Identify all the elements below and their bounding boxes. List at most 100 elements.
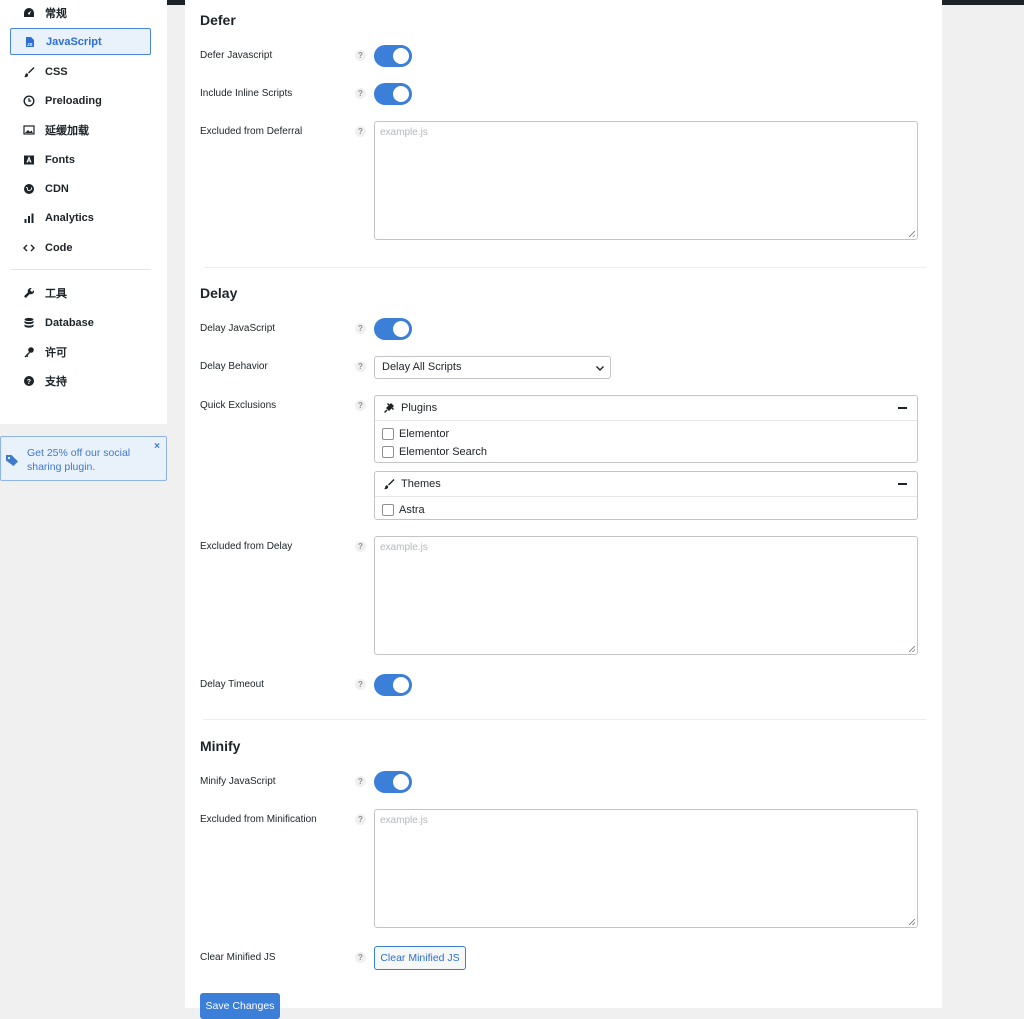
sidebar-item-label: CDN [45,182,69,195]
help-icon[interactable]: ? [355,541,366,552]
sidebar-item-label: Preloading [45,94,102,107]
minify-javascript-toggle[interactable] [374,771,412,793]
help-icon[interactable]: ? [355,88,366,99]
sidebar-item-javascript[interactable]: JS JavaScript [10,28,151,55]
include-inline-scripts-label: Include Inline Scripts [200,88,293,99]
resize-handle[interactable] [909,646,915,652]
promo-text[interactable]: Get 25% off our social sharing plugin. [27,446,145,474]
clear-minified-js-button[interactable]: Clear Minified JS [374,946,466,970]
clock-icon [22,94,36,108]
quick-exclusions-label: Quick Exclusions [200,400,277,411]
tag-icon [6,455,18,466]
help-icon[interactable]: ? [355,50,366,61]
sidebar-item-code[interactable]: Code [10,234,151,261]
font-icon [22,153,36,167]
svg-text:JS: JS [27,42,33,47]
help-icon[interactable]: ? [355,776,366,787]
checkbox-box[interactable] [382,504,394,516]
resize-handle[interactable] [909,919,915,925]
excluded-from-minification-label: Excluded from Minification [200,814,317,825]
themes-group-title: Themes [401,478,441,490]
bar-chart-icon [22,211,36,225]
promo-banner[interactable]: Get 25% off our social sharing plugin. × [0,436,167,481]
collapse-icon[interactable] [898,407,907,409]
key-icon [22,345,36,359]
defer-javascript-label: Defer Javascript [200,50,273,61]
database-icon [22,316,36,330]
sidebar-item-license[interactable]: 许可 [10,338,151,365]
section-divider [203,719,926,720]
sidebar-item-tools[interactable]: 工具 [10,279,151,306]
sidebar-item-label: Code [45,241,73,254]
sidebar-item-general[interactable]: 常规 [10,0,151,26]
checkbox-label: Astra [399,504,425,516]
dashboard-icon [22,6,36,20]
themes-exclusion-group: Themes Astra [374,471,918,520]
question-circle-icon: ? [22,374,36,388]
sidebar-item-label: Fonts [45,153,75,166]
excluded-from-delay-label: Excluded from Delay [200,541,293,552]
checkbox-box[interactable] [382,428,394,440]
excluded-from-deferral-label: Excluded from Deferral [200,126,303,137]
checkbox-astra[interactable]: Astra [382,504,425,516]
sidebar-item-lazy-load[interactable]: 延缓加载 [10,116,151,143]
sidebar-item-css[interactable]: CSS [10,58,151,85]
code-icon [22,241,36,255]
help-icon[interactable]: ? [355,323,366,334]
help-icon[interactable]: ? [355,361,366,372]
close-icon[interactable]: × [154,441,160,452]
chevron-down-icon [596,366,604,371]
svg-text:?: ? [27,378,31,385]
resize-handle[interactable] [909,231,915,237]
sidebar-item-label: 常规 [45,7,67,20]
sidebar-item-label: 许可 [45,346,67,359]
collapse-icon[interactable] [898,483,907,485]
sidebar-item-cdn[interactable]: CDN [10,175,151,202]
defer-javascript-toggle[interactable] [374,45,412,67]
checkbox-box[interactable] [382,446,394,458]
section-title-minify: Minify [200,738,241,754]
excluded-from-delay-textarea[interactable]: example.js [374,536,918,655]
sidebar-item-label: CSS [45,65,68,78]
brush-icon [22,65,36,79]
checkbox-elementor[interactable]: Elementor [382,428,449,440]
help-icon[interactable]: ? [355,400,366,411]
themes-group-header[interactable]: Themes [375,472,917,497]
sidebar-item-analytics[interactable]: Analytics [10,204,151,231]
delay-javascript-toggle[interactable] [374,318,412,340]
delay-behavior-select[interactable]: Delay All Scripts [374,356,611,379]
sidebar-item-label: 延缓加载 [45,124,89,137]
save-changes-button[interactable]: Save Changes [200,993,280,1019]
section-divider [203,267,926,268]
excluded-from-minification-textarea[interactable]: example.js [374,809,918,928]
select-value: Delay All Scripts [382,361,462,373]
checkbox-elementor-search[interactable]: Elementor Search [382,446,487,458]
section-title-delay: Delay [200,285,238,301]
sidebar-item-preloading[interactable]: Preloading [10,87,151,114]
help-icon[interactable]: ? [355,814,366,825]
plug-icon [384,403,394,413]
delay-timeout-toggle[interactable] [374,674,412,696]
checkbox-label: Elementor Search [399,446,488,458]
help-icon[interactable]: ? [355,679,366,690]
sidebar-item-database[interactable]: Database [10,309,151,336]
sidebar-item-label: Database [45,316,94,329]
delay-behavior-label: Delay Behavior [200,361,268,372]
plugins-group-header[interactable]: Plugins [375,396,917,421]
include-inline-scripts-toggle[interactable] [374,83,412,105]
textarea-placeholder: example.js [380,815,428,826]
brush-icon [384,479,395,490]
sidebar-item-fonts[interactable]: Fonts [10,146,151,173]
plugins-exclusion-group: Plugins Elementor Elementor Search [374,395,918,463]
checkbox-label: Elementor [399,428,450,440]
help-icon[interactable]: ? [355,126,366,137]
minify-javascript-label: Minify JavaScript [200,776,276,787]
sidebar-item-label: 工具 [45,287,67,300]
help-icon[interactable]: ? [355,952,366,963]
excluded-from-deferral-textarea[interactable]: example.js [374,121,918,240]
section-title-defer: Defer [200,12,236,28]
image-icon [22,123,36,137]
globe-icon [22,182,36,196]
sidebar-item-support[interactable]: ? 支持 [10,367,151,394]
sidebar-item-label: Analytics [45,211,94,224]
